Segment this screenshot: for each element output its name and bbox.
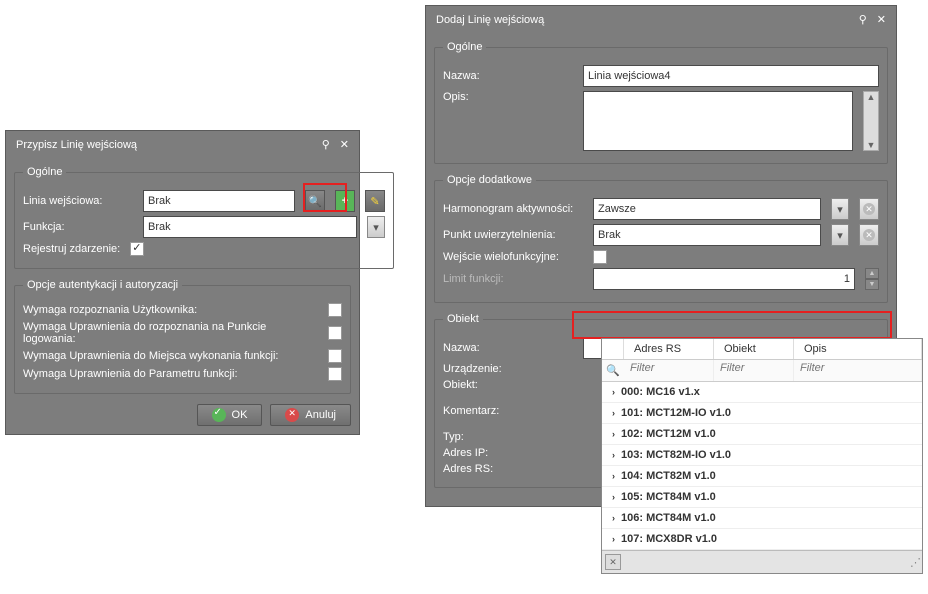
assign-input-line-dialog: Przypisz Linię wejściową Ogólne Linia we… [5, 130, 360, 435]
edit-button[interactable]: ✎ [365, 190, 385, 212]
auth-legend: Opcje autentykacji i autoryzacji [23, 279, 182, 291]
desc-field[interactable] [583, 91, 853, 151]
filter-opis[interactable] [800, 362, 915, 374]
list-item[interactable]: ›103: MCT82M-IO v1.0 [602, 445, 922, 466]
popup-close-button[interactable]: ✕ [605, 554, 621, 570]
col-adres-rs[interactable]: Adres RS [624, 339, 714, 359]
chevron-right-icon: › [612, 450, 615, 460]
multifunc-label: Wejście wielofunkcyjne: [443, 251, 583, 263]
chevron-right-icon: › [612, 387, 615, 397]
auth3-label: Wymaga Uprawnienia do Miejsca wykonania … [23, 350, 318, 362]
dialog1-titlebar[interactable]: Przypisz Linię wejściową [6, 131, 359, 158]
extra-fieldset: Opcje dodatkowe Harmonogram aktywności: … [434, 174, 888, 303]
close-icon[interactable] [877, 13, 886, 26]
input-line-field[interactable] [143, 190, 295, 212]
auth4-checkbox[interactable] [328, 367, 342, 381]
schedule-field[interactable] [593, 198, 821, 220]
dialog2-titlebar[interactable]: Dodaj Linię wejściową [426, 6, 896, 33]
object-dropdown-popup: Adres RS Obiekt Opis 🔍 ›000: MC16 v1.x ›… [601, 338, 923, 574]
list-item[interactable]: ›106: MCT84M v1.0 [602, 508, 922, 529]
dialog2-title: Dodaj Linię wejściową [436, 14, 544, 26]
object-legend: Obiekt [443, 313, 483, 325]
desc-label: Opis: [443, 91, 573, 103]
auth3-checkbox[interactable] [328, 349, 342, 363]
chevron-right-icon: › [612, 492, 615, 502]
auth1-checkbox[interactable] [328, 303, 342, 317]
authpoint-field[interactable] [593, 224, 821, 246]
list-item[interactable]: ›000: MC16 v1.x [602, 382, 922, 403]
chevron-right-icon: › [612, 408, 615, 418]
col-obiekt[interactable]: Obiekt [714, 339, 794, 359]
list-item[interactable]: ›104: MCT82M v1.0 [602, 466, 922, 487]
pin-icon[interactable] [859, 13, 867, 26]
general2-fieldset: Ogólne Nazwa: Opis: ▲▼ [434, 41, 888, 164]
input-line-label: Linia wejściowa: [23, 195, 133, 207]
popup-footer: ✕ ⋰ [602, 550, 922, 573]
list-item[interactable]: ›102: MCT12M v1.0 [602, 424, 922, 445]
extra-legend: Opcje dodatkowe [443, 174, 536, 186]
function-field[interactable] [143, 216, 357, 238]
multifunc-checkbox[interactable] [593, 250, 607, 264]
schedule-clear-button[interactable]: ✕ [859, 198, 879, 220]
list-item[interactable]: ›105: MCT84M v1.0 [602, 487, 922, 508]
obj-name-label: Nazwa: [443, 342, 573, 354]
auth2-checkbox[interactable] [328, 326, 342, 340]
name-label: Nazwa: [443, 70, 573, 82]
object-label: Obiekt: [443, 379, 573, 391]
pin-icon[interactable] [322, 138, 330, 151]
cancel-button[interactable]: Anuluj [270, 404, 351, 426]
limit-label: Limit funkcji: [443, 273, 583, 285]
add-button[interactable]: + [335, 190, 355, 212]
filter-obiekt[interactable] [720, 362, 787, 374]
col-opis[interactable]: Opis [794, 339, 922, 359]
search-button[interactable]: 🔍 [305, 190, 325, 212]
comment-label: Komentarz: [443, 405, 573, 417]
function-label: Funkcja: [23, 221, 133, 233]
auth1-label: Wymaga rozpoznania Użytkownika: [23, 304, 318, 316]
ok-icon [212, 408, 226, 422]
list-item[interactable]: ›101: MCT12M-IO v1.0 [602, 403, 922, 424]
chevron-right-icon: › [612, 471, 615, 481]
general2-legend: Ogólne [443, 41, 486, 53]
auth4-label: Wymaga Uprawnienia do Parametru funkcji: [23, 368, 318, 380]
limit-spinner: ▲▼ [865, 268, 879, 290]
register-event-checkbox[interactable] [130, 242, 144, 256]
dialog1-title: Przypisz Linię wejściową [16, 139, 137, 151]
function-dropdown-arrow[interactable]: ▾ [367, 216, 385, 238]
filter-adres-rs[interactable] [630, 362, 707, 374]
type-label: Typ: [443, 431, 573, 443]
ip-label: Adres IP: [443, 447, 573, 459]
ok-button[interactable]: OK [197, 404, 263, 426]
auth-fieldset: Opcje autentykacji i autoryzacji Wymaga … [14, 279, 351, 394]
general-legend: Ogólne [23, 166, 66, 178]
authpoint-dropdown-arrow[interactable]: ▾ [831, 224, 849, 246]
resize-grip-icon[interactable]: ⋰ [910, 556, 919, 569]
popup-header: Adres RS Obiekt Opis [602, 339, 922, 360]
name-field[interactable] [583, 65, 879, 87]
general-fieldset: Ogólne Linia wejściowa: 🔍 + ✎ Funkcja: ▾… [14, 166, 394, 269]
list-item[interactable]: ›107: MCX8DR v1.0 [602, 529, 922, 550]
chevron-right-icon: › [612, 513, 615, 523]
dialog1-body: Ogólne Linia wejściowa: 🔍 + ✎ Funkcja: ▾… [6, 158, 359, 434]
cancel-icon [285, 408, 299, 422]
close-icon[interactable] [340, 138, 349, 151]
auth2-label: Wymaga Uprawnienia do rozpoznania na Pun… [23, 321, 318, 345]
authpoint-label: Punkt uwierzytelnienia: [443, 229, 583, 241]
desc-scrollbar[interactable]: ▲▼ [863, 91, 879, 151]
chevron-right-icon: › [612, 534, 615, 544]
filter-icon[interactable]: 🔍 [602, 360, 624, 381]
register-event-label: Rejestruj zdarzenie: [23, 243, 120, 255]
schedule-dropdown-arrow[interactable]: ▾ [831, 198, 849, 220]
popup-filter-row: 🔍 [602, 360, 922, 382]
limit-field [593, 268, 855, 290]
device-label: Urządzenie: [443, 363, 573, 375]
schedule-label: Harmonogram aktywności: [443, 203, 583, 215]
chevron-right-icon: › [612, 429, 615, 439]
rs-label: Adres RS: [443, 463, 573, 475]
authpoint-clear-button[interactable]: ✕ [859, 224, 879, 246]
popup-list: ›000: MC16 v1.x ›101: MCT12M-IO v1.0 ›10… [602, 382, 922, 550]
